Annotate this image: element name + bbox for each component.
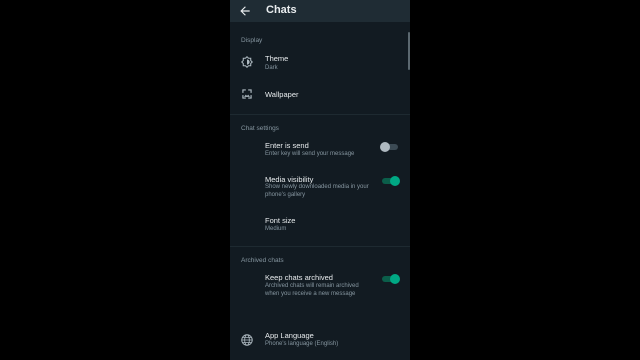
settings-screen: Chats Display Theme Dark Wallpaper Chat … [230, 0, 410, 360]
page-title: Chats [266, 4, 297, 16]
section-header-chat-settings: Chat settings [241, 125, 279, 132]
wallpaper-setting[interactable]: Wallpaper [230, 84, 406, 104]
app-bar: Chats [230, 0, 410, 22]
theme-value: Dark [265, 65, 278, 71]
font-size-value: Medium [265, 226, 287, 232]
globe-icon [241, 334, 253, 346]
enter-is-send-setting[interactable]: Enter is send Enter key will send your m… [230, 138, 406, 164]
toggle-thumb [390, 274, 400, 284]
keep-chats-archived-toggle[interactable] [380, 274, 400, 284]
font-size-setting[interactable]: Font size Medium [230, 213, 406, 237]
theme-setting[interactable]: Theme Dark [230, 50, 406, 74]
media-visibility-subtitle: Show newly downloaded media in your phon… [265, 184, 369, 198]
enter-is-send-toggle[interactable] [380, 142, 400, 152]
media-visibility-title: Media visibility [265, 175, 314, 184]
enter-is-send-subtitle: Enter key will send your message [265, 151, 355, 157]
app-language-setting[interactable]: App Language Phone's language (English) [230, 327, 406, 353]
keep-chats-archived-setting[interactable]: Keep chats archived Archived chats will … [230, 270, 406, 310]
keep-chats-archived-subtitle: Archived chats will remain archived when… [265, 283, 359, 297]
app-language-value: Phone's language (English) [265, 341, 339, 347]
brightness-icon [241, 56, 253, 68]
wallpaper-title: Wallpaper [265, 90, 299, 99]
section-header-display: Display [241, 37, 263, 44]
section-header-archived-chats: Archived chats [241, 257, 284, 264]
divider [230, 114, 410, 115]
font-size-title: Font size [265, 216, 296, 225]
theme-title: Theme [265, 54, 289, 63]
keep-chats-archived-title: Keep chats archived [265, 273, 333, 282]
arrow-left-icon[interactable] [238, 4, 252, 18]
toggle-thumb [380, 142, 390, 152]
wallpaper-icon [242, 89, 252, 99]
media-visibility-toggle[interactable] [380, 176, 400, 186]
toggle-thumb [390, 176, 400, 186]
divider [230, 246, 410, 247]
app-language-title: App Language [265, 331, 314, 340]
scrollbar[interactable] [408, 32, 410, 70]
enter-is-send-title: Enter is send [265, 141, 309, 150]
media-visibility-setting[interactable]: Media visibility Show newly downloaded m… [230, 172, 406, 204]
